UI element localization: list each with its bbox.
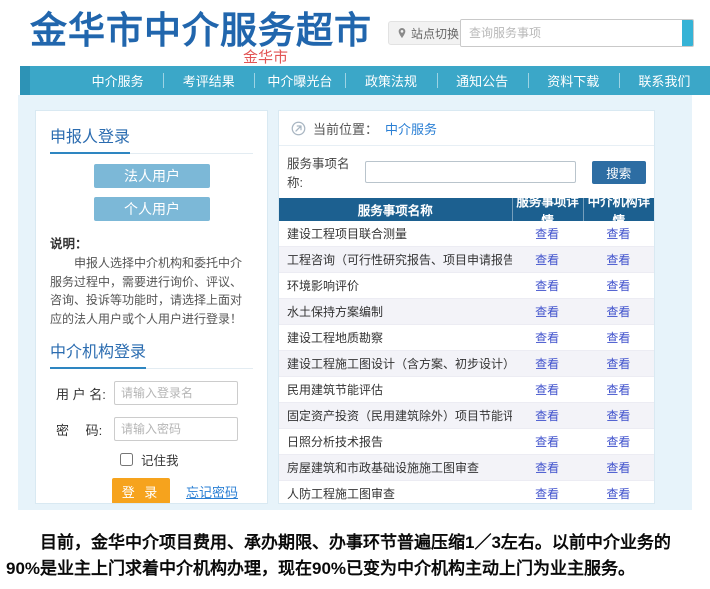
header-search-button[interactable]: [682, 20, 693, 46]
view-agency-detail-link[interactable]: 查看: [606, 383, 630, 397]
service-search-label: 服务事项名称:: [287, 153, 363, 191]
site-title: 金华市中介服务超市: [30, 0, 372, 54]
table-header: 服务事项名称 服务事项详情 中介机构详情: [279, 198, 654, 221]
service-name-cell: 建设工程施工图设计（含方案、初步设计）: [279, 355, 512, 372]
breadcrumb-prefix: 当前位置：: [313, 119, 378, 138]
view-agency-detail-link[interactable]: 查看: [606, 357, 630, 371]
service-name-cell: 水土保持方案编制: [279, 303, 512, 320]
view-agency-detail-link[interactable]: 查看: [606, 461, 630, 475]
view-agency-detail-link[interactable]: 查看: [606, 227, 630, 241]
nav-item[interactable]: 资料下载: [528, 66, 619, 95]
table-row: 建设工程项目联合测量 查看 查看: [279, 221, 654, 247]
location-pin-icon: [397, 27, 407, 39]
page: 金华市中介服务超市 金华市 站点切换 中介服务 考评结果 中介曝光台 政策法规 …: [0, 0, 710, 589]
breadcrumb: 当前位置： 中介服务: [279, 111, 654, 146]
applicant-note-text: 申报人选择中介机构和委托中介服务过程中，需要进行询价、评议、咨询、投诉等功能时，…: [50, 254, 253, 328]
remember-me-checkbox[interactable]: [120, 453, 133, 466]
view-service-detail-link[interactable]: 查看: [535, 487, 559, 501]
view-service-detail-link[interactable]: 查看: [535, 305, 559, 319]
table-row: 房屋建筑和市政基础设施施工图审查 查看 查看: [279, 455, 654, 481]
nav-left-cap: [20, 66, 30, 95]
main-nav: 中介服务 考评结果 中介曝光台 政策法规 通知公告 资料下载 联系我们: [20, 66, 710, 95]
view-service-detail-link[interactable]: 查看: [535, 253, 559, 267]
remember-me-label: 记住我: [141, 450, 179, 469]
content-area: 申报人登录 法人用户 个人用户 说明： 申报人选择中介机构和委托中介服务过程中，…: [18, 95, 692, 510]
view-agency-detail-link[interactable]: 查看: [606, 409, 630, 423]
service-name-cell: 民用建筑节能评估: [279, 381, 512, 398]
col-header-service-detail: 服务事项详情: [512, 198, 583, 221]
header-search: [460, 19, 694, 47]
service-name-cell: 建设工程地质勘察: [279, 329, 512, 346]
search-button[interactable]: 搜索: [592, 161, 646, 184]
agency-login-title: 中介机构登录: [50, 338, 146, 369]
service-name-cell: 固定资产投资（民用建筑除外）项目节能评估: [279, 407, 512, 424]
view-service-detail-link[interactable]: 查看: [535, 331, 559, 345]
view-service-detail-link[interactable]: 查看: [535, 383, 559, 397]
username-field[interactable]: [114, 381, 238, 405]
nav-item[interactable]: 政策法规: [345, 66, 436, 95]
login-row: 登 录 忘记密码: [112, 478, 253, 504]
service-name-input[interactable]: [365, 161, 576, 183]
password-field[interactable]: [114, 417, 238, 441]
password-label: 密 码:: [56, 420, 114, 439]
table-row: 人防工程施工图审查 查看 查看: [279, 481, 654, 504]
table-row: 建设工程施工图设计（含方案、初步设计） 查看 查看: [279, 351, 654, 377]
table-row: 环境影响评价 查看 查看: [279, 273, 654, 299]
service-table-body: 建设工程项目联合测量 查看 查看 工程咨询（可行性研究报告、项目申请报告） 查看…: [279, 221, 654, 504]
password-row: 密 码:: [56, 417, 253, 441]
view-agency-detail-link[interactable]: 查看: [606, 487, 630, 501]
legal-person-button[interactable]: 法人用户: [94, 164, 210, 188]
col-header-agency-detail: 中介机构详情: [583, 198, 654, 221]
view-agency-detail-link[interactable]: 查看: [606, 279, 630, 293]
view-service-detail-link[interactable]: 查看: [535, 409, 559, 423]
service-name-cell: 日照分析技术报告: [279, 433, 512, 450]
service-name-cell: 人防工程施工图审查: [279, 485, 512, 502]
view-service-detail-link[interactable]: 查看: [535, 435, 559, 449]
sidebar: 申报人登录 法人用户 个人用户 说明： 申报人选择中介机构和委托中介服务过程中，…: [35, 110, 268, 504]
view-service-detail-link[interactable]: 查看: [535, 227, 559, 241]
header: 金华市中介服务超市 金华市 站点切换: [0, 0, 710, 66]
view-service-detail-link[interactable]: 查看: [535, 357, 559, 371]
table-row: 民用建筑节能评估 查看 查看: [279, 377, 654, 403]
table-row: 固定资产投资（民用建筑除外）项目节能评估 查看 查看: [279, 403, 654, 429]
view-agency-detail-link[interactable]: 查看: [606, 331, 630, 345]
remember-row: 记住我: [116, 450, 253, 469]
city-label: 金华市: [243, 46, 288, 67]
service-name-cell: 建设工程项目联合测量: [279, 225, 512, 242]
nav-spacer: [30, 66, 72, 95]
view-agency-detail-link[interactable]: 查看: [606, 253, 630, 267]
login-button[interactable]: 登 录: [112, 478, 170, 504]
forgot-password-link[interactable]: 忘记密码: [186, 482, 238, 501]
applicant-note-title: 说明：: [50, 233, 253, 252]
nav-item[interactable]: 中介服务: [72, 66, 163, 95]
nav-item[interactable]: 中介曝光台: [254, 66, 345, 95]
main-panel: 当前位置： 中介服务 服务事项名称: 搜索 服务事项名称 服务事项详情 中介机构详…: [278, 110, 655, 504]
view-agency-detail-link[interactable]: 查看: [606, 305, 630, 319]
user-type-buttons: 法人用户 个人用户: [94, 164, 253, 221]
site-switch-label: 站点切换: [411, 25, 459, 42]
username-row: 用 户 名:: [56, 381, 253, 405]
site-switch-button[interactable]: 站点切换: [388, 21, 468, 45]
applicant-login-title: 申报人登录: [50, 123, 130, 154]
view-service-detail-link[interactable]: 查看: [535, 461, 559, 475]
nav-item[interactable]: 通知公告: [437, 66, 528, 95]
location-arrow-icon: [291, 121, 306, 136]
col-header-service-name: 服务事项名称: [279, 200, 512, 219]
breadcrumb-current[interactable]: 中介服务: [385, 119, 437, 138]
nav-item[interactable]: 联系我们: [619, 66, 710, 95]
caption-text: 目前，金华中介项目费用、承办期限、办事环节普遍压缩1／3左右。以前中介业务的90…: [6, 530, 704, 581]
view-service-detail-link[interactable]: 查看: [535, 279, 559, 293]
individual-user-button[interactable]: 个人用户: [94, 197, 210, 221]
nav-item[interactable]: 考评结果: [163, 66, 254, 95]
service-name-cell: 工程咨询（可行性研究报告、项目申请报告）: [279, 251, 512, 268]
header-search-input[interactable]: [461, 20, 682, 46]
service-name-cell: 环境影响评价: [279, 277, 512, 294]
service-name-cell: 房屋建筑和市政基础设施施工图审查: [279, 459, 512, 476]
view-agency-detail-link[interactable]: 查看: [606, 435, 630, 449]
username-label: 用 户 名:: [56, 384, 114, 403]
table-row: 水土保持方案编制 查看 查看: [279, 299, 654, 325]
table-row: 工程咨询（可行性研究报告、项目申请报告） 查看 查看: [279, 247, 654, 273]
table-row: 建设工程地质勘察 查看 查看: [279, 325, 654, 351]
table-row: 日照分析技术报告 查看 查看: [279, 429, 654, 455]
